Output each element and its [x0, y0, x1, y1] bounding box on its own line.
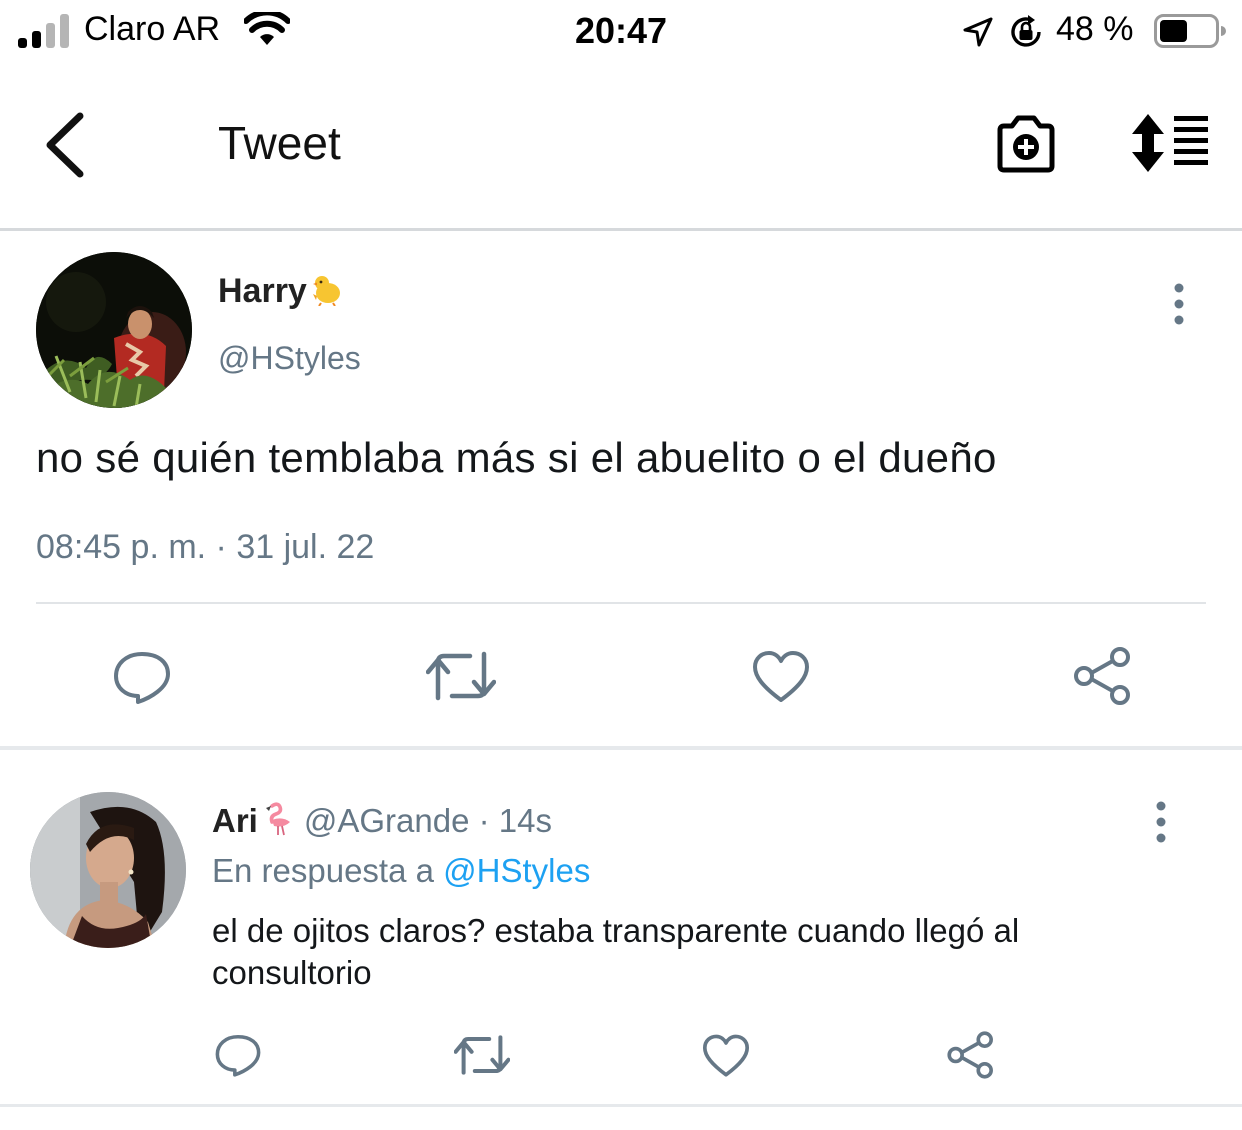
status-bar: Claro AR 20:47 48 % [0, 0, 1242, 64]
display-name[interactable]: Harry [218, 272, 345, 311]
harry-avatar-image [36, 252, 192, 408]
reply-icon[interactable] [214, 1032, 262, 1078]
like-icon[interactable] [752, 650, 810, 704]
in-reply-to: En respuesta a @HStyles [212, 852, 590, 890]
ari-avatar-image [30, 792, 186, 948]
retweet-icon[interactable] [426, 650, 496, 702]
camera-add-icon[interactable] [994, 112, 1058, 176]
reply-header: Ari @AGrande · 14s [212, 802, 552, 840]
display-name-text: Harry [218, 272, 307, 310]
user-handle[interactable]: @AGrande [304, 802, 470, 839]
page-title: Tweet [218, 117, 341, 169]
reply-text: el de ojitos claros? estaba transparente… [212, 912, 1020, 991]
share-icon[interactable] [946, 1030, 996, 1080]
divider [0, 1104, 1242, 1107]
in-reply-to-link[interactable]: @HStyles [443, 852, 590, 889]
location-arrow-icon [963, 17, 993, 47]
more-options-icon[interactable] [1164, 282, 1194, 326]
sort-list-icon[interactable] [1130, 112, 1210, 174]
top-navigation-bar: Tweet [0, 64, 1242, 228]
orientation-lock-icon [1011, 15, 1041, 47]
battery-percent: 48 % [1056, 10, 1134, 48]
more-options-icon[interactable] [1146, 800, 1176, 844]
display-name[interactable]: Ari [212, 802, 258, 839]
divider [0, 746, 1242, 750]
like-icon[interactable] [702, 1034, 750, 1078]
chick-emoji [312, 276, 340, 307]
divider [36, 602, 1206, 604]
tweet-timestamp: 08:45 p. m. · 31 jul. 22 [36, 528, 375, 566]
back-chevron-icon[interactable] [40, 110, 90, 180]
reply-age: · 14s [478, 802, 552, 839]
nav-divider [0, 228, 1242, 231]
flamingo-emoji [265, 802, 290, 836]
tweet-text: no sé quién temblaba más si el abuelito … [36, 434, 997, 481]
in-reply-to-prefix: En respuesta a [212, 852, 434, 889]
retweet-icon[interactable] [454, 1034, 510, 1076]
user-handle[interactable]: @HStyles [218, 340, 361, 377]
share-icon[interactable] [1072, 646, 1134, 706]
reply-icon[interactable] [112, 648, 172, 706]
battery-icon [1154, 14, 1226, 48]
avatar[interactable] [36, 252, 192, 408]
avatar[interactable] [30, 792, 186, 948]
